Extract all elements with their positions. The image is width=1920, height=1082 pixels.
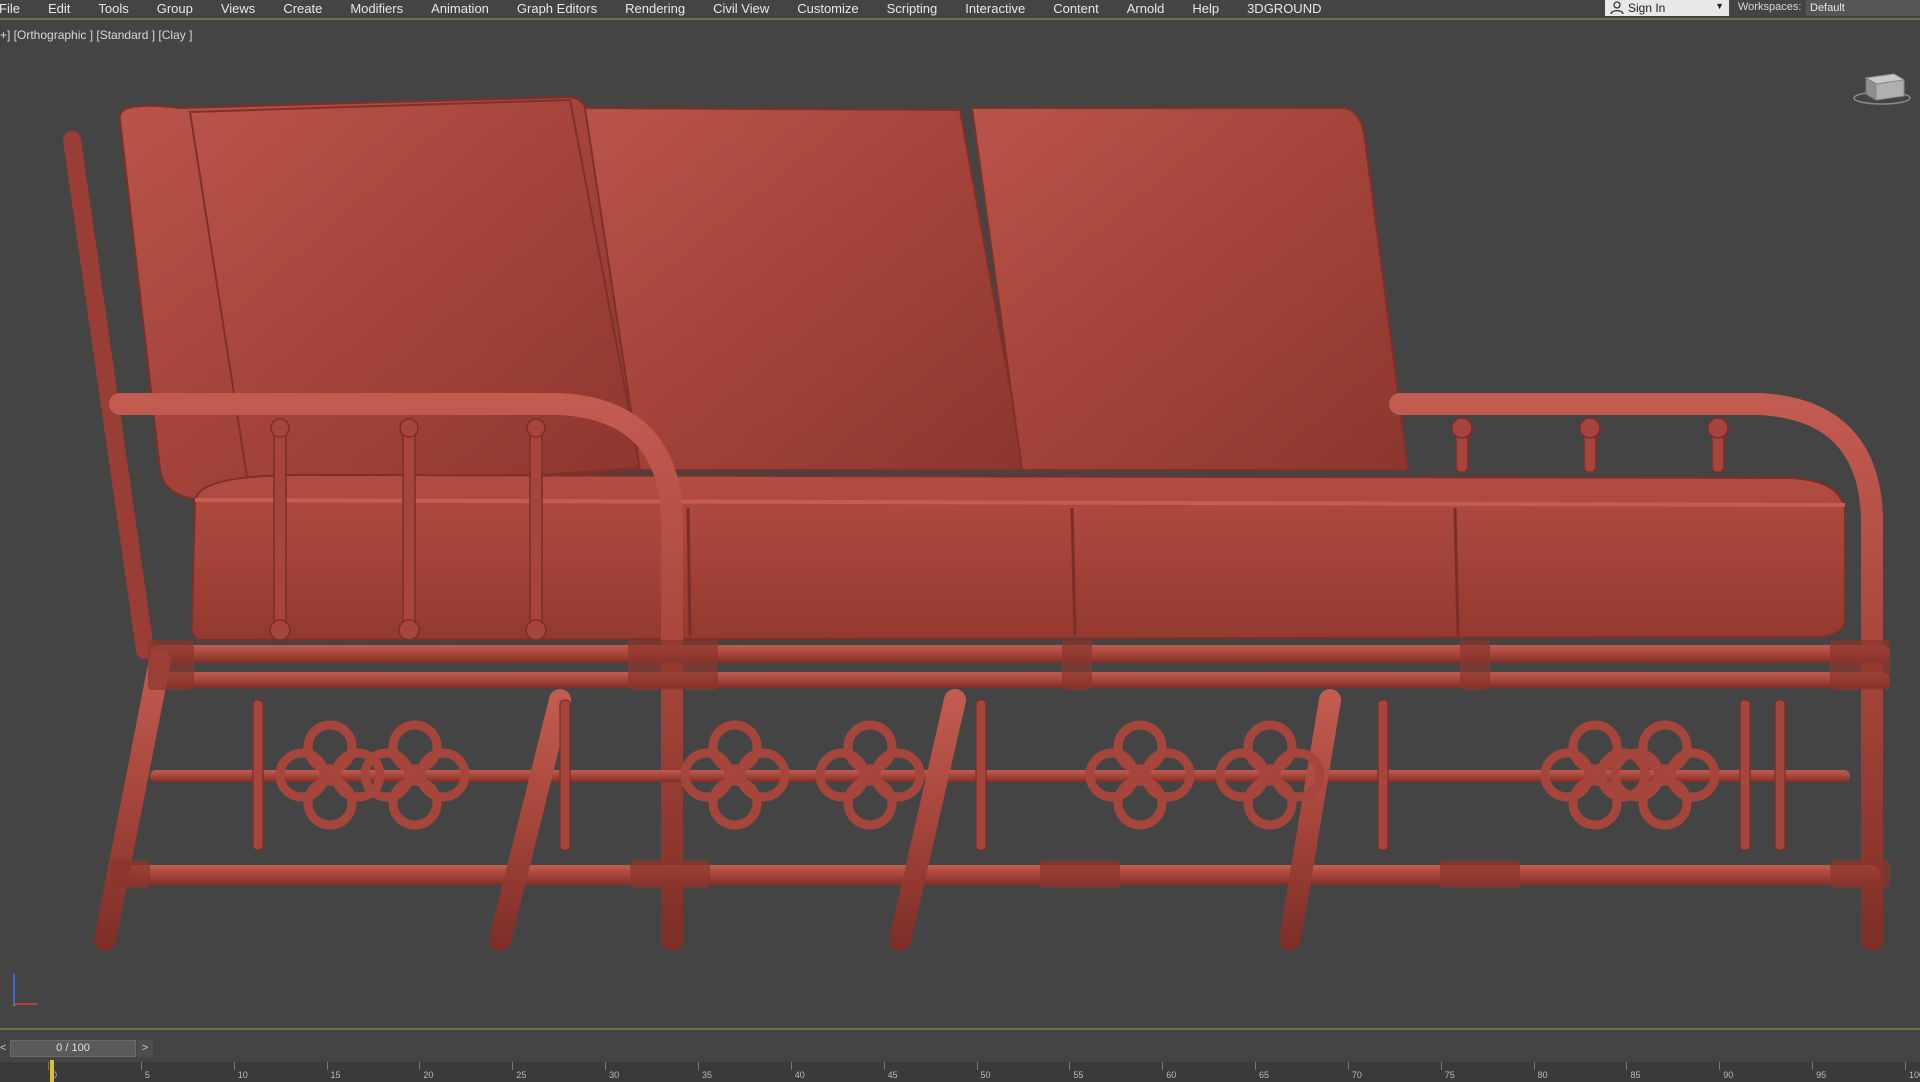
track-bar-tick	[790, 1062, 792, 1070]
track-bar-tick-label: 55	[1073, 1070, 1084, 1080]
track-bar-tick	[512, 1062, 514, 1070]
menu-file[interactable]: File	[0, 2, 20, 16]
track-bar-tick	[140, 1062, 142, 1070]
track-bar-tick-label: 35	[701, 1070, 712, 1080]
track-bar-tick	[976, 1062, 978, 1070]
menu-content[interactable]: Content	[1053, 2, 1099, 16]
track-bar-tick	[1347, 1062, 1349, 1070]
menu-rendering[interactable]: Rendering	[625, 2, 685, 16]
track-bar-tick	[48, 1062, 49, 1070]
track-bar-tick	[233, 1062, 235, 1070]
next-frame-button[interactable]: >	[137, 1040, 153, 1057]
track-bar-tick-label: 5	[144, 1070, 150, 1080]
track-bar-tick-label: 10	[237, 1070, 248, 1080]
time-slider[interactable]: 0 / 100	[10, 1040, 136, 1057]
menu-create[interactable]: Create	[283, 2, 322, 16]
menu-scripting[interactable]: Scripting	[887, 2, 938, 16]
menu-edit[interactable]: Edit	[48, 2, 70, 16]
menu-group[interactable]: Group	[157, 2, 193, 16]
track-bar-tick-label: 70	[1351, 1070, 1362, 1080]
menu-civil-view[interactable]: Civil View	[713, 2, 769, 16]
menu-views[interactable]: Views	[221, 2, 255, 16]
track-bar-tick-label: 45	[887, 1070, 898, 1080]
track-bar-tick-label: 80	[1537, 1070, 1548, 1080]
track-bar-tick-label: 30	[609, 1070, 620, 1080]
track-bar-tick	[605, 1062, 607, 1070]
menu-animation[interactable]: Animation	[431, 2, 489, 16]
workspaces-label: Workspaces:	[1738, 1, 1802, 13]
menu-items: File Edit Tools Group Views Create Modifiers An…	[0, 0, 1349, 18]
track-bar-tick	[419, 1062, 421, 1070]
track-bar-tick-label: 75	[1444, 1070, 1455, 1080]
menu-customize[interactable]: Customize	[797, 2, 858, 16]
sign-in-label: Sign In	[1628, 1, 1666, 15]
track-bar-tick	[883, 1062, 885, 1070]
viewport[interactable]: +] [Orthographic ] [Standard ] [Clay ]	[0, 20, 1920, 1028]
menu-3dground[interactable]: 3DGROUND	[1247, 2, 1321, 16]
sofa-model[interactable]	[0, 20, 1920, 1028]
track-bar-tick-label: 60	[1166, 1070, 1177, 1080]
track-bar-tick	[1719, 1062, 1721, 1070]
user-icon	[1610, 1, 1624, 15]
track-bar-tick-label: 20	[423, 1070, 434, 1080]
track-bar-tick-label: 0	[52, 1070, 58, 1080]
previous-frame-button[interactable]: <	[0, 1040, 10, 1057]
menu-interactive[interactable]: Interactive	[965, 2, 1025, 16]
track-bar-tick	[697, 1062, 699, 1070]
menu-graph-editors[interactable]: Graph Editors	[517, 2, 597, 16]
track-bar-tick-label: 65	[1259, 1070, 1270, 1080]
track-bar-tick	[1905, 1062, 1906, 1070]
menu-tools[interactable]: Tools	[98, 2, 128, 16]
track-bar-tick	[1162, 1062, 1164, 1070]
time-slider-panel: < 0 / 100 > 0 5 10 15 20 25 30 35 40 45 50 55 60 65 70…	[0, 1028, 1920, 1082]
sign-in-dropdown[interactable]: Sign In ▼	[1605, 0, 1729, 16]
track-bar-tick	[1533, 1062, 1535, 1070]
track-bar-tick-label: 50	[980, 1070, 991, 1080]
track-bar-tick-label: 85	[1630, 1070, 1641, 1080]
track-bar-tick-label: 95	[1816, 1070, 1827, 1080]
track-bar-tick	[1626, 1062, 1628, 1070]
track-bar-tick-label: 15	[330, 1070, 341, 1080]
track-bar-tick-label: 100	[1909, 1070, 1920, 1080]
track-bar-tick-label: 40	[794, 1070, 805, 1080]
axis-tripod-icon	[13, 974, 38, 1006]
workspace-select[interactable]: Default	[1806, 0, 1920, 16]
track-bar-tick	[1812, 1062, 1814, 1070]
menu-help[interactable]: Help	[1192, 2, 1219, 16]
track-bar-tick	[1069, 1062, 1071, 1070]
chevron-down-icon: ▼	[1715, 1, 1724, 11]
track-bar-tick	[326, 1062, 328, 1070]
track-bar-tick	[1255, 1062, 1257, 1070]
track-bar-tick	[1440, 1062, 1442, 1070]
track-bar-tick-label: 90	[1723, 1070, 1734, 1080]
menu-arnold[interactable]: Arnold	[1127, 2, 1165, 16]
track-bar-tick-label: 25	[516, 1070, 527, 1080]
menu-modifiers[interactable]: Modifiers	[350, 2, 403, 16]
